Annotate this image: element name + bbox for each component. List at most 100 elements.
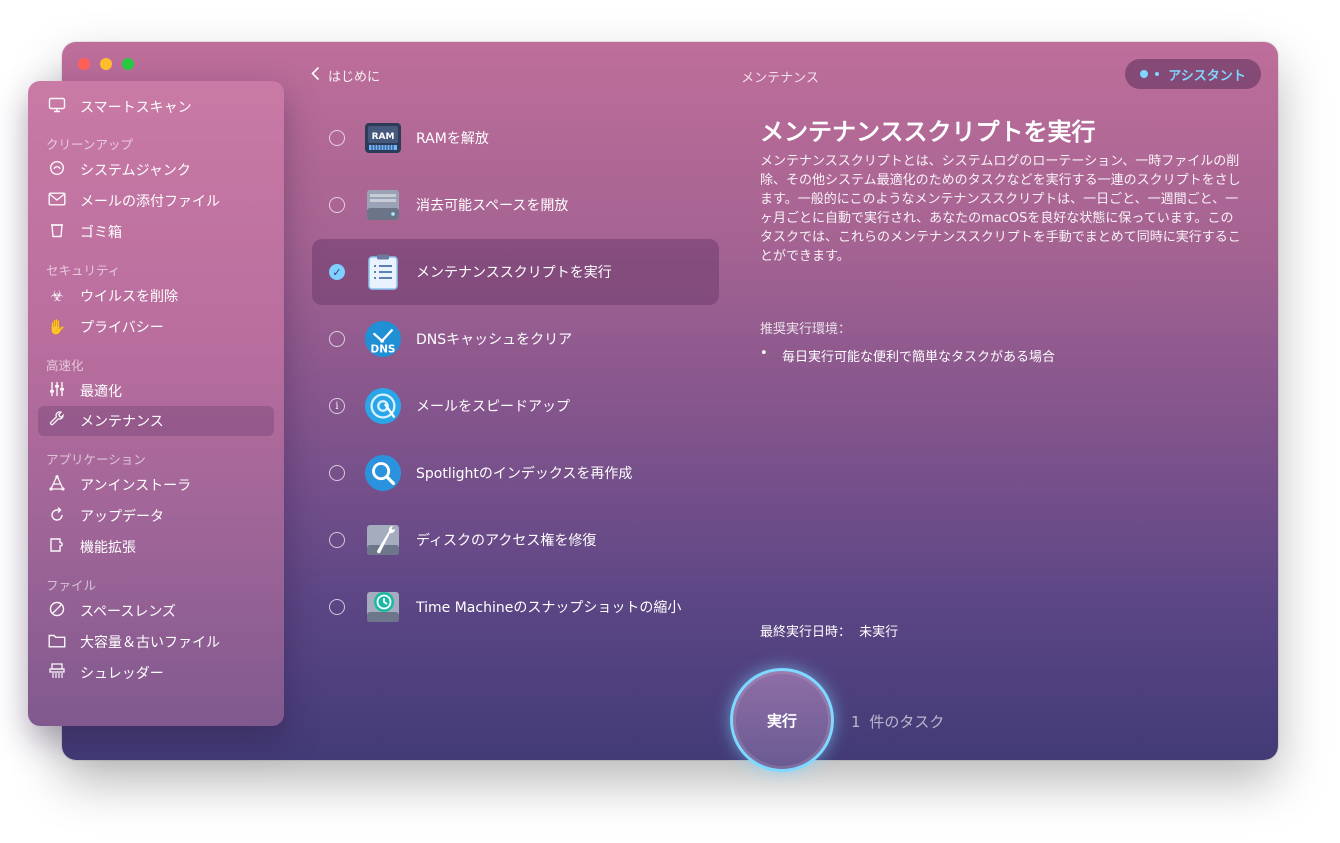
task-count: 1 件のタスク [851, 711, 944, 732]
task-label: Time Machineのスナップショットの縮小 [416, 600, 682, 616]
assistant-dot-icon [1140, 70, 1149, 78]
close-window-button[interactable] [78, 58, 90, 70]
ram-icon: RAM [364, 119, 402, 157]
task-count-number: 1 [851, 713, 861, 731]
task-item-purgeable-space[interactable]: 消去可能スペースを開放 [312, 172, 719, 238]
mail-icon [46, 192, 68, 210]
task-label: ディスクのアクセス権を修復 [416, 533, 597, 549]
sidebar-item-label: プライバシー [80, 320, 164, 336]
task-radio[interactable] [329, 465, 345, 481]
page-title: メンテナンス [741, 71, 819, 86]
recommended-label: 推奨実行環境： [760, 322, 852, 337]
sidebar-item-trash[interactable]: ゴミ箱 [38, 217, 274, 247]
task-item-repair-disk-permissions[interactable]: ディスクのアクセス権を修復 [312, 507, 719, 573]
ram-icon-text: RAM [372, 132, 395, 142]
task-item-free-ram[interactable]: RAM RAMを解放 [312, 105, 719, 171]
task-label: Spotlightのインデックスを再作成 [416, 466, 633, 482]
minimize-window-button[interactable] [100, 58, 112, 70]
sidebar-item-extensions[interactable]: 機能拡張 [38, 532, 274, 562]
biohazard-icon: ☣ [50, 287, 64, 305]
detail-title: メンテナンススクリプトを実行 [760, 118, 1096, 146]
task-label: メールをスピードアップ [416, 399, 570, 415]
smart-scan-icon [46, 97, 68, 117]
sidebar-item-label: ゴミ箱 [80, 225, 122, 241]
task-item-flush-dns[interactable]: DNS DNSキャッシュをクリア [312, 306, 719, 372]
task-label: メンテナンススクリプトを実行 [416, 265, 612, 281]
sidebar-item-system-junk[interactable]: システムジャンク [38, 155, 274, 185]
spotlight-icon [364, 454, 402, 492]
sidebar-item-large-old-files[interactable]: 大容量＆古いファイル [38, 627, 274, 657]
back-button[interactable]: はじめに [311, 66, 380, 85]
sidebar-section-files: ファイル [46, 578, 97, 593]
time-machine-icon [364, 588, 402, 626]
last-run-value: 未実行 [859, 625, 899, 640]
sidebar-item-label: スペースレンズ [80, 604, 177, 620]
info-icon[interactable]: i [329, 398, 345, 414]
shredder-icon [46, 663, 68, 683]
sidebar-item-label: メンテナンス [80, 414, 164, 430]
sidebar-item-uninstaller[interactable]: アンインストーラ [38, 470, 274, 500]
recommended-item: • 毎日実行可能な便利で簡単なタスクがある場合 [760, 346, 1055, 365]
detail-description: メンテナンススクリプトとは、システムログのローテーション、一時ファイルの削除、そ… [760, 154, 1241, 264]
task-item-thin-time-machine[interactable]: Time Machineのスナップショットの縮小 [312, 574, 719, 640]
folder-icon [46, 633, 68, 652]
back-label: はじめに [328, 70, 381, 85]
disk-repair-icon [364, 521, 402, 559]
bullet-icon: • [760, 346, 768, 361]
updater-icon [46, 506, 68, 526]
sidebar-item-label: アップデータ [80, 509, 164, 525]
sidebar: スマートスキャン クリーンアップ システムジャンク メールの添付ファイル ゴミ箱… [28, 81, 284, 726]
sidebar-item-maintenance[interactable]: メンテナンス [38, 406, 274, 436]
sidebar-item-smart-scan[interactable]: スマートスキャン [38, 92, 274, 122]
sidebar-item-malware[interactable]: ☣ ウイルスを削除 [38, 281, 274, 311]
sidebar-item-label: 機能拡張 [80, 540, 136, 556]
task-radio[interactable] [329, 197, 345, 213]
sidebar-item-shredder[interactable]: シュレッダー [38, 658, 274, 688]
sidebar-item-label: メールの添付ファイル [80, 194, 220, 210]
task-count-suffix: 件のタスク [869, 713, 945, 731]
sidebar-section-cleanup: クリーンアップ [46, 137, 133, 152]
task-label: 消去可能スペースを開放 [416, 198, 569, 214]
dns-icon: DNS [364, 320, 402, 358]
assistant-label: アシスタント [1168, 68, 1246, 84]
sidebar-item-label: システムジャンク [80, 163, 191, 179]
last-run-label: 最終実行日時： [760, 625, 852, 640]
sidebar-section-speed: 高速化 [46, 358, 84, 373]
sidebar-section-applications: アプリケーション [46, 452, 146, 467]
run-button[interactable]: 実行 [730, 668, 834, 772]
uninstaller-icon [46, 474, 68, 495]
assistant-button[interactable]: アシスタント [1125, 59, 1261, 89]
space-lens-icon [46, 601, 68, 621]
sidebar-item-label: 最適化 [80, 384, 122, 400]
hand-icon: ✋ [47, 318, 67, 336]
sidebar-item-label: 大容量＆古いファイル [80, 635, 220, 651]
task-item-maintenance-scripts[interactable]: ✓ メンテナンススクリプトを実行 [312, 239, 719, 305]
sidebar-item-space-lens[interactable]: スペースレンズ [38, 596, 274, 626]
sidebar-section-security: セキュリティ [46, 263, 121, 278]
task-radio[interactable] [329, 532, 345, 548]
zoom-window-button[interactable] [122, 58, 134, 70]
dns-icon-text: DNS [371, 343, 396, 355]
sliders-icon [46, 381, 68, 401]
drive-icon [364, 186, 402, 224]
sidebar-item-mail-attachments[interactable]: メールの添付ファイル [38, 186, 274, 216]
task-radio[interactable] [329, 331, 345, 347]
task-label: DNSキャッシュをクリア [416, 332, 573, 348]
trash-icon [46, 222, 68, 242]
task-checkbox-checked[interactable]: ✓ [329, 264, 345, 280]
sidebar-item-updater[interactable]: アップデータ [38, 501, 274, 531]
sidebar-item-label: アンインストーラ [80, 478, 192, 494]
last-run: 最終実行日時： 未実行 [760, 621, 898, 640]
sidebar-item-optimization[interactable]: 最適化 [38, 376, 274, 406]
wrench-icon [46, 411, 68, 431]
system-junk-icon [46, 160, 68, 180]
task-radio[interactable] [329, 130, 345, 146]
clipboard-script-icon [364, 253, 402, 291]
chevron-left-icon [311, 66, 320, 85]
task-item-speed-up-mail[interactable]: i メールをスピードアップ [312, 373, 719, 439]
sidebar-item-privacy[interactable]: ✋ プライバシー [38, 312, 274, 342]
recommended-item-text: 毎日実行可能な便利で簡単なタスクがある場合 [782, 350, 1056, 365]
window-controls [78, 58, 134, 70]
task-radio[interactable] [329, 599, 345, 615]
task-item-reindex-spotlight[interactable]: Spotlightのインデックスを再作成 [312, 440, 719, 506]
